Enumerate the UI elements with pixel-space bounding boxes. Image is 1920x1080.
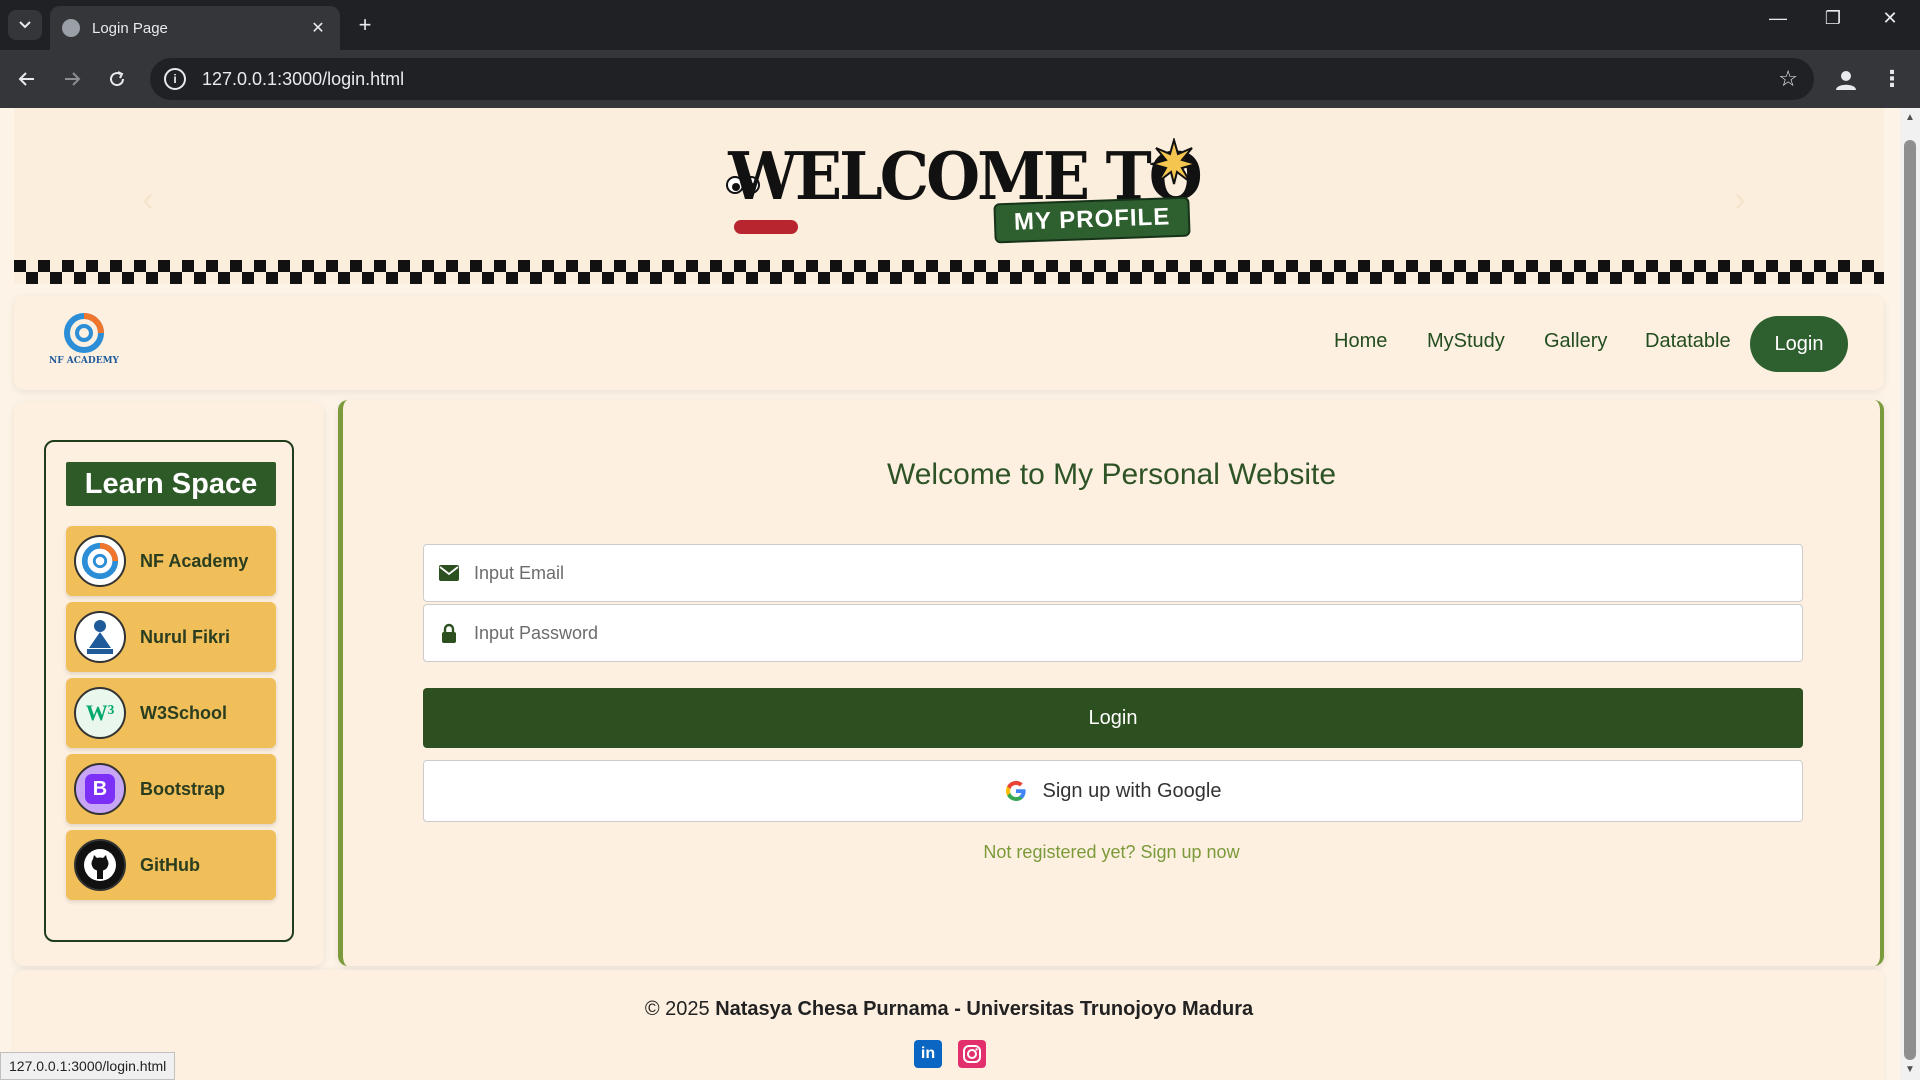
nav-login-button[interactable]: Login [1750, 316, 1848, 372]
learn-item-bootstrap[interactable]: B Bootstrap [66, 754, 276, 824]
checker-border [14, 260, 1884, 284]
learn-item-nf-academy[interactable]: NF Academy [66, 526, 276, 596]
reload-button[interactable] [102, 64, 132, 94]
scroll-thumb[interactable] [1904, 140, 1916, 1060]
welcome-banner: ‹ › WELCOME TO MY PROFILE [14, 108, 1884, 284]
page-viewport: ‹ › WELCOME TO MY PROFILE NF ACADEMY Hom… [0, 108, 1900, 1080]
password-field-group [423, 604, 1803, 662]
footer-copyright: © 2025 Natasya Chesa Purnama - Universit… [14, 998, 1884, 1021]
nav-link-mystudy[interactable]: MyStudy [1427, 330, 1505, 353]
nav-link-datatable[interactable]: Datatable [1645, 330, 1731, 353]
google-signup-button[interactable]: Sign up with Google [423, 760, 1803, 822]
arrow-right-icon [65, 72, 81, 86]
carousel-next-button[interactable]: › [1734, 178, 1746, 220]
carousel-prev-button[interactable]: ‹ [142, 178, 154, 220]
forward-button[interactable] [57, 64, 87, 94]
scroll-up-arrow-icon[interactable]: ▲ [1904, 112, 1916, 123]
sidebar: Learn Space NF Academy Nurul Fikri W³ W3… [14, 402, 324, 966]
email-input[interactable] [474, 545, 1802, 601]
github-logo-icon [74, 839, 126, 891]
sun-icon [1150, 138, 1198, 185]
login-submit-button[interactable]: Login [423, 688, 1803, 748]
google-signup-label: Sign up with Google [1042, 779, 1222, 802]
learn-item-label: Bootstrap [140, 778, 225, 799]
learn-item-label: GitHub [140, 854, 200, 875]
learn-item-label: W3School [140, 702, 228, 723]
password-input[interactable] [474, 605, 1802, 661]
brand-logo[interactable]: NF ACADEMY [48, 312, 120, 376]
w3schools-logo-icon: W³ [74, 687, 126, 739]
lock-icon [424, 623, 474, 643]
nf-academy-logo-icon [74, 535, 126, 587]
nav-link-gallery[interactable]: Gallery [1544, 330, 1607, 353]
learn-item-label: NF Academy [140, 550, 249, 571]
tab-search-button[interactable] [8, 10, 42, 40]
page-scrollbar[interactable]: ▲ ▼ [1900, 108, 1920, 1080]
envelope-icon [424, 565, 474, 581]
reload-icon [110, 71, 125, 87]
google-icon [1006, 780, 1027, 801]
learn-item-w3school[interactable]: W³ W3School [66, 678, 276, 748]
chevron-down-icon [19, 21, 31, 29]
linkedin-icon[interactable]: in [914, 1040, 942, 1068]
brand-text: NF ACADEMY [49, 356, 119, 366]
scroll-down-arrow-icon[interactable]: ▼ [1904, 1064, 1916, 1075]
minimize-button[interactable]: — [1758, 8, 1798, 29]
learn-item-label: Nurul Fikri [140, 626, 231, 647]
browser-tab-bar: Login Page ✕ + — ❐ ✕ [0, 0, 1920, 50]
arrow-left-icon [18, 72, 34, 86]
nf-academy-logo-icon [64, 313, 104, 353]
login-heading: Welcome to My Personal Website [886, 458, 1337, 491]
tab-close-icon[interactable]: ✕ [308, 18, 328, 38]
new-tab-button[interactable]: + [352, 12, 378, 38]
signup-link[interactable]: Not registered yet? Sign up now [343, 842, 1880, 863]
nurul-fikri-logo-icon [74, 611, 126, 663]
instagram-icon[interactable] [958, 1040, 986, 1068]
address-bar[interactable]: i 127.0.0.1:3000/login.html ☆ [150, 58, 1814, 100]
banner-subtitle: MY PROFILE [993, 196, 1191, 244]
back-button[interactable] [12, 64, 42, 94]
browser-menu-icon[interactable]: ⋮ [1880, 64, 1904, 96]
browser-tab-active[interactable]: Login Page ✕ [50, 6, 340, 50]
page-footer: © 2025 Natasya Chesa Purnama - Universit… [14, 970, 1884, 1080]
nav-link-home[interactable]: Home [1334, 330, 1387, 353]
profile-button[interactable] [1830, 64, 1862, 96]
login-card: Welcome to My Personal Website Login Sig… [338, 400, 1884, 966]
footer-author: Natasya Chesa Purnama - Universitas Trun… [715, 998, 1254, 1020]
restore-button[interactable]: ❐ [1813, 8, 1853, 29]
person-icon [1836, 71, 1856, 90]
bookmark-star-icon[interactable]: ☆ [1778, 66, 1798, 92]
learn-item-nurul-fikri[interactable]: Nurul Fikri [66, 602, 276, 672]
email-field-group [423, 544, 1803, 602]
bootstrap-logo-icon: B [74, 763, 126, 815]
copyright-year: © 2025 [644, 998, 710, 1020]
main-navbar: NF ACADEMY Home MyStudy Gallery Datatabl… [14, 296, 1884, 390]
banner-pill-decoration [734, 220, 798, 234]
learn-space-title: Learn Space [66, 462, 276, 506]
site-info-icon[interactable]: i [164, 68, 186, 90]
learn-item-github[interactable]: GitHub [66, 830, 276, 900]
learn-space-box: Learn Space NF Academy Nurul Fikri W³ W3… [44, 440, 294, 942]
status-bar-url: 127.0.0.1:3000/login.html [0, 1052, 176, 1080]
browser-toolbar: i 127.0.0.1:3000/login.html ☆ ⋮ [0, 50, 1920, 108]
address-url[interactable]: 127.0.0.1:3000/login.html [202, 69, 1778, 90]
globe-icon [62, 19, 80, 37]
tab-title: Login Page [92, 19, 168, 37]
window-close-button[interactable]: ✕ [1870, 8, 1910, 29]
